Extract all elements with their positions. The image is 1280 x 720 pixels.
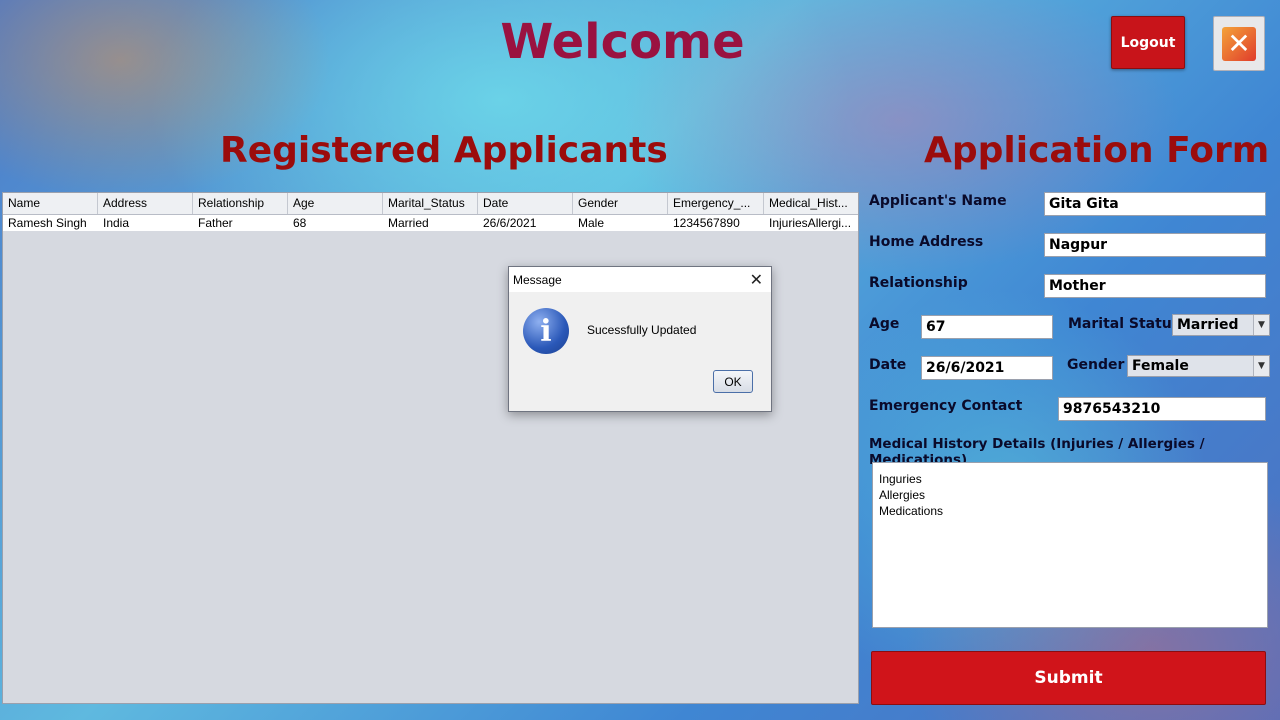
- date-label: Date: [869, 357, 907, 373]
- relationship-field[interactable]: Mother: [1044, 274, 1266, 298]
- column-header[interactable]: Date: [478, 193, 573, 214]
- table-cell: Ramesh Singh: [8, 216, 87, 230]
- table-cell: Male: [578, 216, 605, 230]
- dialog-message: Sucessfully Updated: [587, 323, 697, 337]
- logout-button[interactable]: Logout: [1111, 16, 1185, 69]
- registered-applicants-heading: Registered Applicants: [220, 130, 668, 171]
- message-dialog: Message ✕ i Sucessfully Updated OK: [508, 266, 772, 412]
- table-row[interactable]: Ramesh Singh India Father 68 Married 26/…: [3, 215, 858, 231]
- table-cell: India: [103, 216, 130, 230]
- medical-line: Inguries: [879, 472, 922, 486]
- welcome-title: Welcome: [500, 14, 745, 70]
- column-header[interactable]: Address: [98, 193, 193, 214]
- close-icon: ✕: [1222, 26, 1256, 61]
- address-label: Home Address: [869, 234, 984, 250]
- application-form-heading: Application Form: [924, 130, 1270, 171]
- column-header[interactable]: Gender: [573, 193, 668, 214]
- marital-status-value: Married: [1177, 317, 1239, 333]
- info-icon: i: [523, 308, 569, 354]
- table-cell: InjuriesAllergi...: [769, 216, 852, 230]
- relationship-label: Relationship: [869, 275, 968, 291]
- medical-line: Medications: [879, 504, 944, 518]
- gender-select[interactable]: Female ▼: [1127, 355, 1270, 377]
- date-field[interactable]: 26/6/2021: [921, 356, 1053, 380]
- medical-history-textarea[interactable]: Inguries Allergies Medications: [872, 462, 1268, 628]
- dialog-body: i Sucessfully Updated OK: [509, 292, 771, 411]
- table-cell: Father: [198, 216, 233, 230]
- column-header[interactable]: Name: [3, 193, 98, 214]
- age-label: Age: [869, 316, 900, 332]
- table-cell: 26/6/2021: [483, 216, 537, 230]
- column-header[interactable]: Relationship: [193, 193, 288, 214]
- name-label: Applicant's Name: [869, 193, 1007, 209]
- table-cell: Married: [388, 216, 429, 230]
- close-button[interactable]: ✕: [1213, 16, 1265, 71]
- chevron-down-icon[interactable]: ▼: [1253, 356, 1269, 376]
- dialog-title: Message: [513, 272, 562, 287]
- emergency-contact-field[interactable]: 9876543210: [1058, 397, 1266, 421]
- chevron-down-icon[interactable]: ▼: [1253, 315, 1269, 335]
- age-field[interactable]: 67: [921, 315, 1053, 339]
- gender-label: Gender: [1067, 357, 1125, 373]
- table-header: Name Address Relationship Age Marital_St…: [3, 193, 858, 215]
- column-header[interactable]: Age: [288, 193, 383, 214]
- submit-button[interactable]: Submit: [871, 651, 1266, 705]
- ok-button[interactable]: OK: [713, 370, 753, 393]
- table-cell: 1234567890: [673, 216, 740, 230]
- marital-status-label: Marital Status: [1068, 316, 1181, 332]
- column-header[interactable]: Medical_Hist...: [764, 193, 858, 214]
- address-field[interactable]: Nagpur: [1044, 233, 1266, 257]
- emergency-contact-label: Emergency Contact: [869, 398, 1023, 414]
- dialog-titlebar: Message ✕: [509, 267, 771, 292]
- marital-status-select[interactable]: Married ▼: [1172, 314, 1270, 336]
- table-cell: 68: [293, 216, 307, 230]
- column-header[interactable]: Marital_Status: [383, 193, 478, 214]
- gender-value: Female: [1132, 358, 1189, 374]
- name-field[interactable]: Gita Gita: [1044, 192, 1266, 216]
- medical-line: Allergies: [879, 488, 926, 502]
- dialog-close-icon[interactable]: ✕: [750, 270, 763, 290]
- column-header[interactable]: Emergency_...: [668, 193, 764, 214]
